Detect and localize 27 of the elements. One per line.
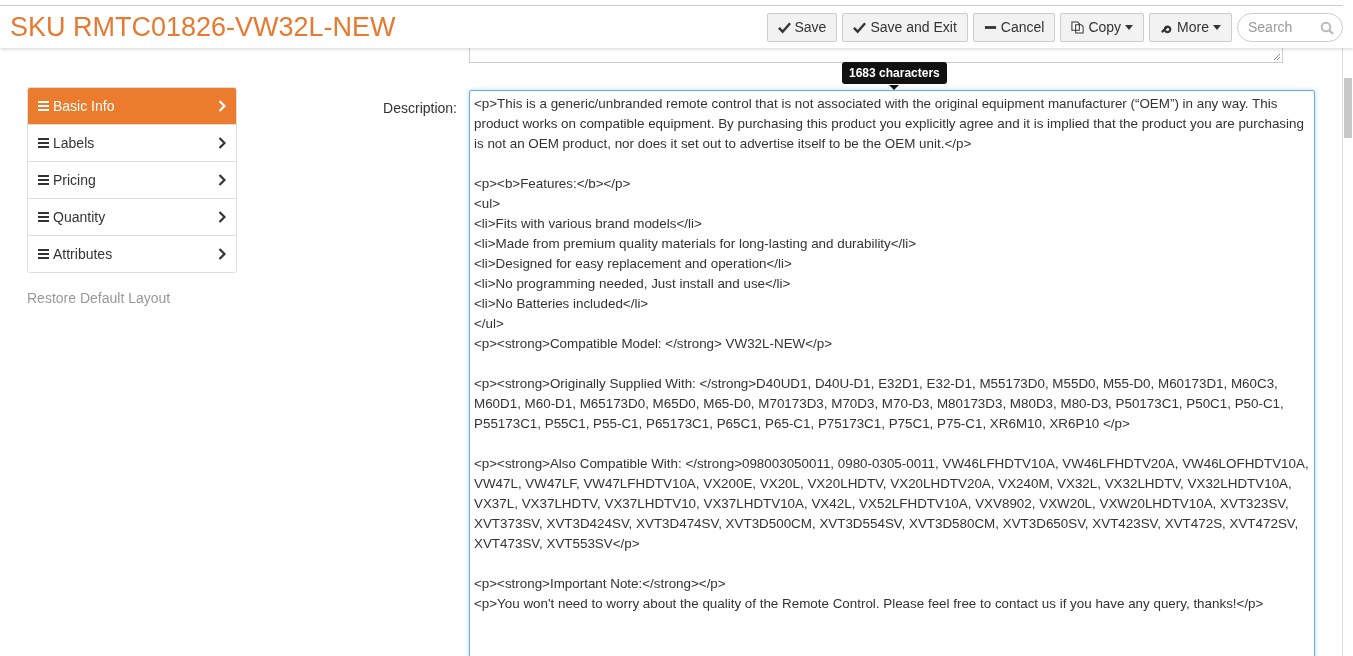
copy-icon — [1071, 20, 1085, 34]
toolbar-button[interactable]: More — [1149, 12, 1232, 42]
resize-grip-icon — [1273, 53, 1281, 61]
toolbar-button[interactable]: Save — [766, 12, 838, 42]
check-icon — [853, 20, 867, 34]
page-title: SKU RMTC01826-VW32L-NEW — [10, 11, 396, 43]
menu-icon — [38, 212, 49, 222]
character-count-tooltip: 1683 characters — [842, 62, 947, 84]
menu-icon — [38, 249, 49, 259]
toolbar-button[interactable]: Copy — [1060, 12, 1145, 42]
toolbar-button[interactable]: Cancel — [972, 12, 1056, 42]
chevron-icon — [218, 100, 226, 112]
chevron-icon — [218, 211, 226, 223]
menu-icon — [38, 138, 49, 148]
menu-icon — [38, 101, 49, 111]
tooltip-pointer-icon — [889, 85, 899, 90]
chevron-icon — [218, 174, 226, 186]
chevron-icon — [218, 248, 226, 260]
search-icon — [1320, 20, 1334, 35]
chevron-icon — [218, 137, 226, 149]
toolbar-button[interactable]: Save and Exit — [842, 12, 968, 42]
sidebar-item[interactable]: Attributes — [28, 235, 236, 272]
field-label: Description: — [382, 99, 457, 118]
check-icon — [777, 20, 791, 34]
description-field[interactable]: <p>This is a generic/unbranded remote control that is not associated with the original equipment manufacturer (“OEM”) in any way. This product works on compatible equipment. By purchasing this product you explicitly agree and it is implied that the product you are purchasing is not an OEM product, nor does it set out to advertise itself to be the OEM unit.</p> <p><b>Features:</b></p> <ul> <li>Fits with various brand models</li> <li>Made from premium quality materials for long-lasting and durability</li> <li>Designed for easy replacement and operation</li> <li>No programming needed, Just install and use</li> <li>No Batteries included</li> </ul> <p><strong>Compatible Model: </strong> VW32L-NEW</p> <p><strong>Originally Supplied With: </strong>D40UD1, D40U-D1, E32D1, E32-D1, M55173D0, M55D0, M55-D0, M60173D1, M60C3, M60D1, M60-D1, M65173D0, M65D0, M65-D0, M70173D3, M70D3, M70-D3, M80173D3, M80D3, M80-D3, P50173C1, P50C1, P50-C1, P55173C1, P55C1, P55-C1, P65173C1, P65C1, P65-C1, P75173C1, P75C1, P75-C1, XR6M10, XR6P10 </p> <p><strong>Also Compatible With: </strong>098003050011, 0980-0305-0011, VW46LFHDTV10A, VW46LFHDTV20A, VW46LOFHDTV10A, VW47L, VW47LF, VW47LFHDTV10A, VX200E, VX20L, VX20LHDTV, VX20LHDTV20A, VX240M, VX32L, VX32LHDTV, VX32LHDTV10A, VX37L, VX37LHDTV, VX37LHDTV10, VX37LHDTV10A, VX42L, VX52LFHDTV10A, VXV8902, VXW20L, VXW20LHDTV10A, XVT323SV, XVT373SV, XVT3D424SV, XVT3D474SV, XVT3D500CM, XVT3D554SV, XVT3D580CM, XVT3D650SV, XVT423SV, XVT472S, XVT472SV, XVT473SV, XVT553SV</p> <p><strong>Important Note:</strong></p> <p>You won't need to worry about the quality of the Remote Control. Please feel free to contact us if you have any query, thanks!</p> — [469, 90, 1315, 656]
menu-icon — [38, 175, 49, 185]
search-field[interactable]: Search — [1237, 12, 1343, 42]
